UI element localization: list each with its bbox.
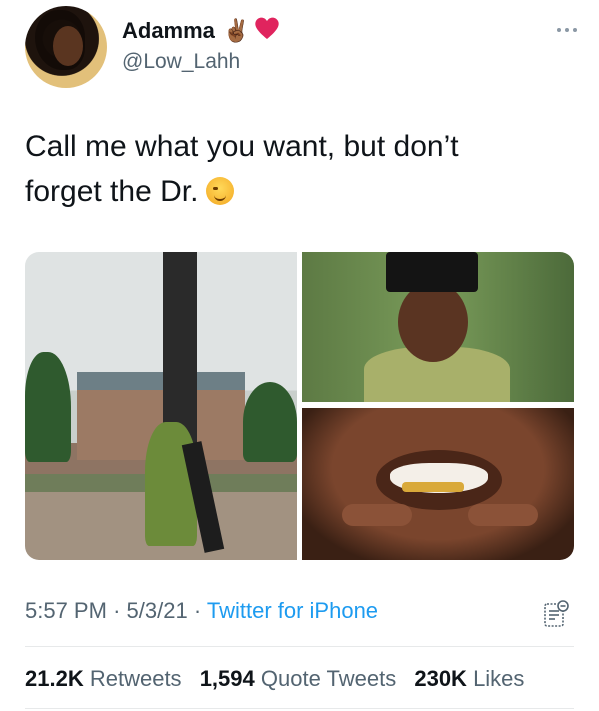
meta-separator-2: · [193, 598, 202, 623]
avatar-face [53, 26, 83, 66]
heart-icon [254, 16, 280, 45]
photo-graduate-smiling[interactable] [302, 252, 574, 402]
tweet-metadata: 5:57 PM · 5/3/21 · Twitter for iPhone [25, 598, 378, 624]
divider-bottom [25, 708, 574, 709]
tweet-time: 5:57 PM [25, 598, 107, 623]
divider-top [25, 646, 574, 647]
quote-tweets-count: 1,594 [199, 666, 255, 691]
tweet-analytics-icon[interactable] [543, 600, 569, 628]
quote-tweets-label: Quote Tweets [260, 666, 397, 691]
photo-gold-grill-smile[interactable] [302, 408, 574, 560]
winking-face-icon [206, 177, 235, 205]
avatar[interactable] [25, 6, 107, 88]
meta-separator-1: · [113, 598, 121, 623]
peace-sign-icon: ✌🏾 [222, 17, 251, 43]
tweet-source-link[interactable]: Twitter for iPhone [207, 598, 378, 623]
likes-label: Likes [473, 666, 525, 691]
photo-campus-graduate[interactable] [25, 252, 297, 560]
likes-stat[interactable]: 230K Likes [414, 666, 524, 691]
likes-count: 230K [414, 666, 467, 691]
tweet-text-line1: Call me what you want, but don’t [25, 130, 459, 163]
tweet-media-grid [25, 252, 574, 560]
more-options-icon[interactable] [557, 28, 577, 32]
tweet-date: 5/3/21 [126, 598, 188, 623]
tweet-text-line2: forget the Dr. [25, 175, 199, 208]
quote-tweets-stat[interactable]: 1,594 Quote Tweets [200, 666, 397, 691]
tweet-text: Call me what you want, but don’t forget … [25, 124, 565, 214]
author-name-row: Adamma ✌🏾 [122, 16, 280, 45]
author-name[interactable]: Adamma [122, 18, 215, 44]
tweet-stats: 21.2K Retweets 1,594 Quote Tweets 230K L… [25, 666, 524, 692]
retweets-label: Retweets [89, 666, 182, 691]
author-handle[interactable]: @Low_Lahh [122, 50, 240, 74]
retweets-count: 21.2K [25, 666, 84, 691]
retweets-stat[interactable]: 21.2K Retweets [25, 666, 182, 691]
